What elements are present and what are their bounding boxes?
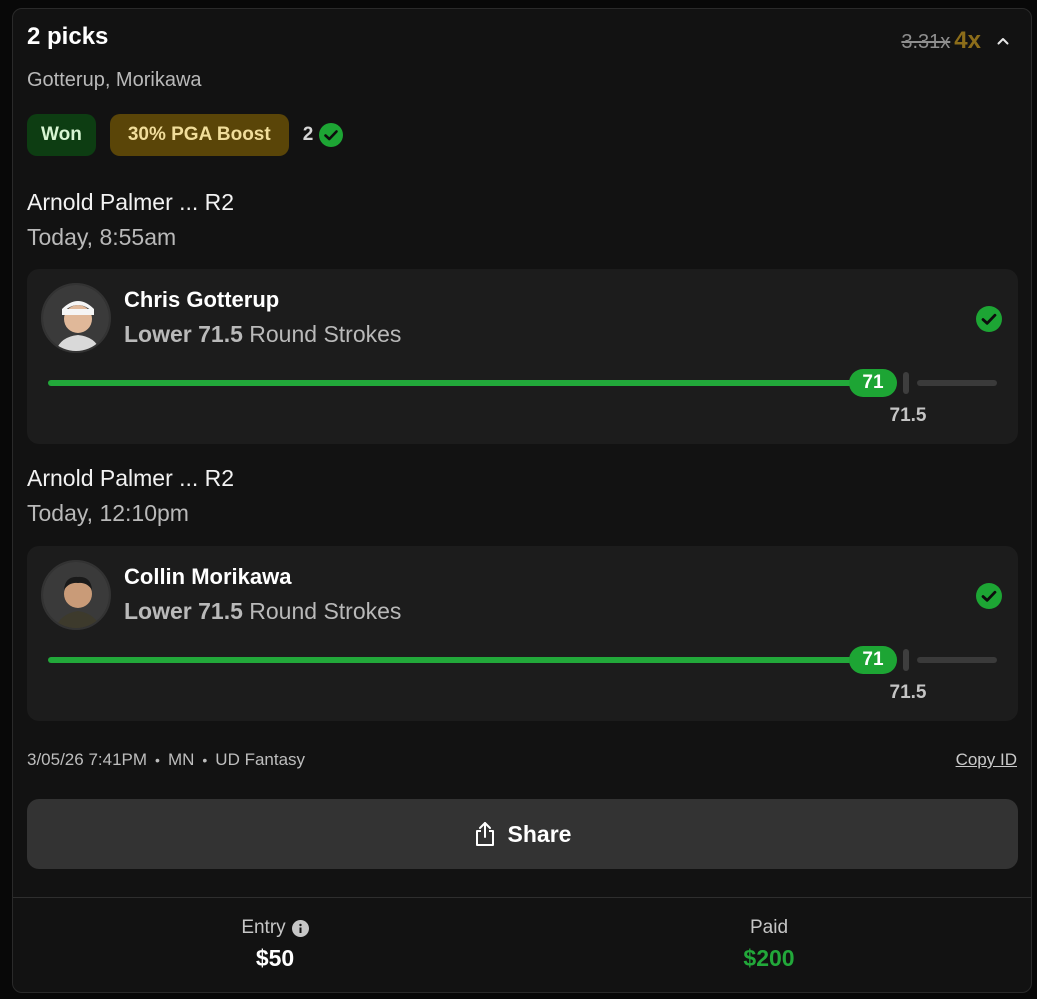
progress-track-filled (48, 380, 868, 386)
separator-dot: • (202, 752, 208, 768)
check-circle-icon (319, 123, 344, 147)
pick-direction: Lower (124, 321, 192, 347)
entry-meta: 3/05/26 7:41PM • MN • UD Fantasy (27, 750, 305, 770)
pick-card[interactable]: Chris Gotterup Lower 71.5 Round Strokes … (27, 269, 1018, 444)
footer-divider (13, 897, 1031, 898)
line-label: 71.5 (889, 682, 927, 703)
entry-value: $50 (255, 945, 295, 971)
paid-summary: Paid $200 (719, 917, 819, 972)
player-name: Collin Morikawa (124, 564, 292, 589)
pick-direction: Lower (124, 598, 192, 624)
result-pill: 71 (849, 369, 897, 397)
boost-badge: 30% PGA Boost (109, 114, 289, 156)
progress-track-remaining (917, 657, 997, 663)
progress-track-filled (48, 657, 868, 663)
progress-track-remaining (917, 380, 997, 386)
line-marker (903, 372, 909, 394)
badge-row: Won 30% PGA Boost 2 (27, 114, 344, 156)
share-button[interactable]: Share (27, 799, 1018, 869)
event-name: Arnold Palmer ... R2 (27, 189, 235, 215)
pick-stat: Round Strokes (249, 321, 402, 347)
correct-count: 2 (303, 123, 344, 147)
share-label: Share (507, 820, 572, 847)
result-pill: 71 (849, 646, 897, 674)
old-multiplier: 3.31x (901, 31, 951, 53)
check-circle-icon (976, 306, 1002, 332)
entry-title: 2 picks (27, 23, 109, 50)
entry-label-row: Entry (225, 917, 325, 939)
check-circle-icon (976, 583, 1002, 609)
pick-line-value: 71.5 (198, 598, 243, 624)
correct-count-value: 2 (302, 124, 314, 145)
player-avatar (41, 283, 111, 353)
pick-line: Lower 71.5 Round Strokes (124, 321, 401, 348)
event-name: Arnold Palmer ... R2 (27, 465, 235, 491)
separator-dot: • (155, 752, 160, 768)
entry-datetime: 3/05/26 7:41PM (27, 750, 148, 769)
golfer-photo-icon (43, 285, 109, 351)
event-time: Today, 8:55am (27, 224, 177, 250)
pick-stat: Round Strokes (249, 598, 402, 624)
entry-card: 2 picks 3.31x 4x Gotterup, Morikawa Won … (12, 8, 1032, 993)
line-label: 71.5 (889, 405, 927, 426)
player-avatar (41, 560, 111, 630)
info-icon[interactable] (291, 919, 309, 937)
golfer-photo-icon (43, 562, 109, 628)
entry-subtitle: Gotterup, Morikawa (27, 69, 202, 91)
boosted-multiplier: 4x (954, 27, 981, 54)
pick-line-value: 71.5 (198, 321, 243, 347)
event-time: Today, 12:10pm (27, 500, 189, 526)
entry-label: Entry (241, 917, 286, 938)
entry-summary: Entry $50 (225, 917, 325, 972)
chevron-up-icon[interactable] (997, 35, 1009, 47)
status-badge: Won (27, 114, 96, 156)
pick-card[interactable]: Collin Morikawa Lower 71.5 Round Strokes… (27, 546, 1018, 721)
share-icon (475, 822, 494, 846)
paid-value: $200 (743, 945, 795, 971)
copy-id-link[interactable]: Copy ID (956, 750, 1017, 770)
entry-platform: UD Fantasy (215, 750, 306, 769)
paid-label: Paid (749, 917, 789, 938)
line-marker (903, 649, 909, 671)
player-name: Chris Gotterup (124, 287, 280, 312)
payout-multiplier: 3.31x 4x (901, 27, 981, 55)
pick-line: Lower 71.5 Round Strokes (124, 598, 401, 625)
entry-state: MN (167, 750, 195, 769)
